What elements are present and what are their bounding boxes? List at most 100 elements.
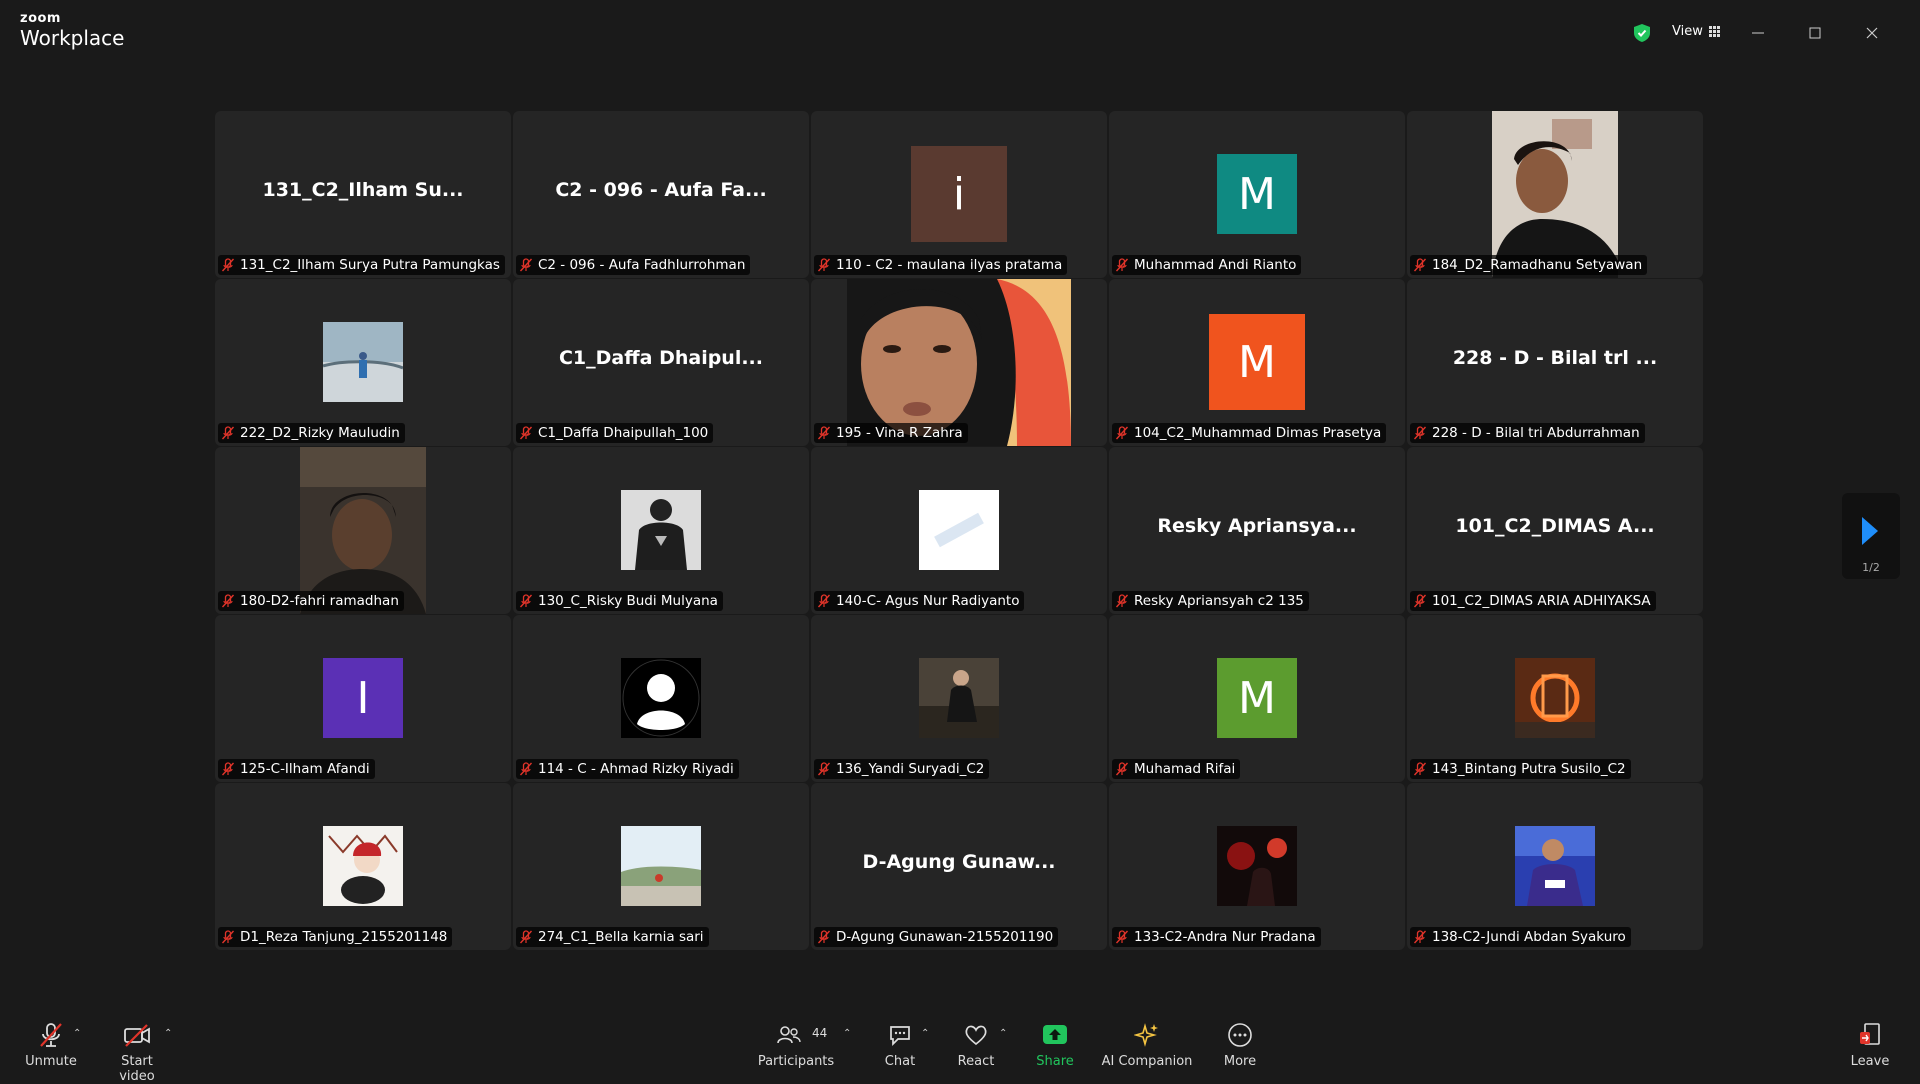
mic-muted-icon: [519, 930, 533, 944]
participant-tile[interactable]: 133-C2-Andra Nur Pradana: [1109, 783, 1405, 950]
title-bar: zoom Workplace View: [0, 0, 1920, 60]
participant-tile[interactable]: 274_C1_Bella karnia sari: [513, 783, 809, 950]
participant-tile[interactable]: 184_D2_Ramadhanu Setyawan: [1407, 111, 1703, 278]
name-label: 110 - C2 - maulana ilyas pratama: [814, 255, 1068, 275]
participant-tile[interactable]: M 104_C2_Muhammad Dimas Prasetya: [1109, 279, 1405, 446]
tile-display-name: C1_Daffa Dhaipul...: [558, 347, 763, 369]
participant-name: 136_Yandi Suryadi_C2: [836, 761, 985, 777]
tile-display-name: D-Agung Gunaw...: [862, 851, 1056, 873]
participant-name: 125-C-Ilham Afandi: [240, 761, 370, 777]
mic-muted-icon: [519, 762, 533, 776]
participant-tile[interactable]: 101_C2_DIMAS A... 101_C2_DIMAS ARIA ADHI…: [1407, 447, 1703, 614]
participant-tile[interactable]: 138-C2-Jundi Abdan Syakuro: [1407, 783, 1703, 950]
mic-muted-icon: [221, 930, 235, 944]
participant-name: 143_Bintang Putra Susilo_C2: [1432, 761, 1626, 777]
start-video-button[interactable]: Start video: [104, 1022, 170, 1084]
mic-muted-icon: [519, 594, 533, 608]
share-label: Share: [1036, 1054, 1074, 1069]
next-arrow-icon: [1862, 517, 1878, 545]
participant-tile[interactable]: C2 - 096 - Aufa Fa... C2 - 096 - Aufa Fa…: [513, 111, 809, 278]
next-page-button[interactable]: 1/2: [1842, 493, 1900, 579]
participant-tile[interactable]: 136_Yandi Suryadi_C2: [811, 615, 1107, 782]
mic-muted-icon: [817, 258, 831, 272]
react-button[interactable]: React: [956, 1022, 996, 1069]
minimize-button[interactable]: [1743, 18, 1773, 48]
video-feed: [300, 447, 426, 614]
name-label: 130_C_Risky Budi Mulyana: [516, 591, 723, 611]
name-label: C1_Daffa Dhaipullah_100: [516, 423, 714, 443]
maximize-button[interactable]: [1800, 18, 1830, 48]
name-label: Muhamad Rifai: [1112, 759, 1241, 779]
participant-name: 131_C2_Ilham Surya Putra Pamungkas: [240, 257, 500, 273]
name-label: Muhammad Andi Rianto: [1112, 255, 1302, 275]
participant-tile[interactable]: M Muhammad Andi Rianto: [1109, 111, 1405, 278]
participant-tile[interactable]: I 125-C-Ilham Afandi: [215, 615, 511, 782]
avatar: [1515, 826, 1595, 906]
participant-tile[interactable]: 180-D2-fahri ramadhan: [215, 447, 511, 614]
mic-muted-icon: [221, 594, 235, 608]
avatar: [621, 490, 701, 570]
chat-label: Chat: [884, 1054, 916, 1069]
participant-name: 222_D2_Rizky Mauludin: [240, 425, 400, 441]
mic-muted-icon: [817, 426, 831, 440]
leave-button[interactable]: Leave: [1848, 1022, 1892, 1069]
participant-tile[interactable]: 114 - C - Ahmad Rizky Riyadi: [513, 615, 809, 782]
video-off-icon: [124, 1024, 150, 1047]
chat-caret-icon[interactable]: ⌃: [921, 1028, 929, 1039]
participant-name: Muhammad Andi Rianto: [1134, 257, 1297, 273]
participant-tile[interactable]: D1_Reza Tanjung_2155201148: [215, 783, 511, 950]
shield-check-icon[interactable]: [1634, 24, 1650, 42]
participant-tile[interactable]: i 110 - C2 - maulana ilyas pratama: [811, 111, 1107, 278]
participant-count: 44: [812, 1026, 828, 1040]
tile-display-name: 101_C2_DIMAS A...: [1455, 515, 1655, 537]
participant-name: 274_C1_Bella karnia sari: [538, 929, 704, 945]
participant-tile[interactable]: 222_D2_Rizky Mauludin: [215, 279, 511, 446]
unmute-label: Unmute: [25, 1054, 77, 1069]
name-label: 274_C1_Bella karnia sari: [516, 927, 709, 947]
participant-tile[interactable]: C1_Daffa Dhaipul... C1_Daffa Dhaipullah_…: [513, 279, 809, 446]
avatar: [621, 826, 701, 906]
participant-tile[interactable]: 140-C- Agus Nur Radiyanto: [811, 447, 1107, 614]
chat-button[interactable]: Chat: [880, 1022, 920, 1069]
mic-muted-icon: [817, 930, 831, 944]
avatar: [919, 490, 999, 570]
audio-options-caret-icon[interactable]: ⌃: [73, 1028, 81, 1039]
mic-muted-icon: [1115, 762, 1129, 776]
participant-tile[interactable]: 131_C2_Ilham Su... 131_C2_Ilham Surya Pu…: [215, 111, 511, 278]
view-button[interactable]: View: [1672, 24, 1721, 39]
more-button[interactable]: More: [1220, 1022, 1260, 1069]
react-caret-icon[interactable]: ⌃: [999, 1028, 1007, 1039]
participant-name: D1_Reza Tanjung_2155201148: [240, 929, 448, 945]
ai-companion-button[interactable]: AI Companion: [1100, 1022, 1194, 1069]
participant-name: 133-C2-Andra Nur Pradana: [1134, 929, 1316, 945]
mic-muted-icon: [1115, 426, 1129, 440]
meeting-toolbar: Unmute ⌃ Start video ⌃ 44 Participants ⌃: [0, 1010, 1920, 1084]
avatar: [323, 826, 403, 906]
mic-muted-icon: [221, 762, 235, 776]
heart-icon: [965, 1025, 987, 1046]
mic-muted-icon: [221, 258, 235, 272]
unmute-button[interactable]: Unmute: [24, 1022, 78, 1069]
share-button[interactable]: Share: [1035, 1022, 1075, 1069]
avatar: I: [323, 658, 403, 738]
participants-caret-icon[interactable]: ⌃: [843, 1028, 851, 1039]
participant-name: C1_Daffa Dhaipullah_100: [538, 425, 709, 441]
close-button[interactable]: [1857, 18, 1887, 48]
name-label: 222_D2_Rizky Mauludin: [218, 423, 405, 443]
participant-tile[interactable]: 130_C_Risky Budi Mulyana: [513, 447, 809, 614]
participant-name: 184_D2_Ramadhanu Setyawan: [1432, 257, 1643, 273]
name-label: 131_C2_Ilham Surya Putra Pamungkas: [218, 255, 505, 275]
share-screen-icon: [1043, 1025, 1067, 1044]
start-video-label: Start video: [119, 1054, 155, 1084]
name-label: 140-C- Agus Nur Radiyanto: [814, 591, 1025, 611]
participant-tile[interactable]: Resky Apriansya... Resky Apriansyah c2 1…: [1109, 447, 1405, 614]
leave-label: Leave: [1850, 1054, 1890, 1069]
participants-button[interactable]: 44 Participants: [756, 1022, 836, 1069]
participant-tile[interactable]: 143_Bintang Putra Susilo_C2: [1407, 615, 1703, 782]
participant-tile[interactable]: M Muhamad Rifai: [1109, 615, 1405, 782]
participant-tile[interactable]: D-Agung Gunaw... D-Agung Gunawan-2155201…: [811, 783, 1107, 950]
participant-tile[interactable]: 195 - Vina R Zahra: [811, 279, 1107, 446]
more-icon: [1228, 1023, 1252, 1047]
video-options-caret-icon[interactable]: ⌃: [164, 1028, 172, 1039]
participant-tile[interactable]: 228 - D - Bilal trl ... 228 - D - Bilal …: [1407, 279, 1703, 446]
